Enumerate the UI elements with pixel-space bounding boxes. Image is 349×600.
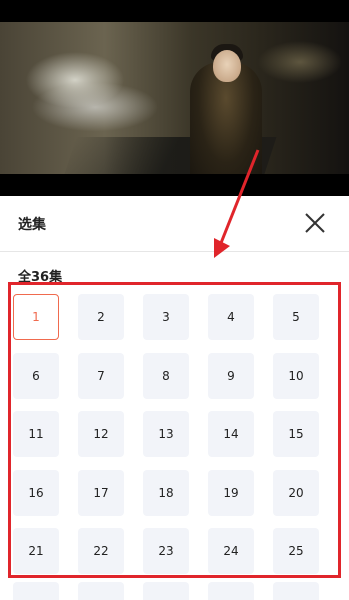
video-frame [0, 22, 349, 174]
episode-button-15[interactable]: 15 [273, 411, 319, 457]
episode-button-8[interactable]: 8 [143, 353, 189, 399]
episode-button-19[interactable]: 19 [208, 470, 254, 516]
episode-button-24[interactable]: 24 [208, 528, 254, 574]
video-figure-head [213, 50, 241, 82]
episode-button-14[interactable]: 14 [208, 411, 254, 457]
episode-sheet-header: 选集 [0, 196, 349, 252]
episode-button-13[interactable]: 13 [143, 411, 189, 457]
episode-tile-partial[interactable] [208, 582, 254, 600]
episode-button-21[interactable]: 21 [13, 528, 59, 574]
episode-button-5[interactable]: 5 [273, 294, 319, 340]
episode-button-18[interactable]: 18 [143, 470, 189, 516]
episode-button-23[interactable]: 23 [143, 528, 189, 574]
episode-button-1[interactable]: 1 [13, 294, 59, 340]
episode-button-6[interactable]: 6 [13, 353, 59, 399]
episode-button-12[interactable]: 12 [78, 411, 124, 457]
close-button[interactable] [302, 210, 328, 236]
episode-tile-partial[interactable] [13, 582, 59, 600]
episode-button-17[interactable]: 17 [78, 470, 124, 516]
sheet-title: 选集 [18, 217, 46, 233]
episode-button-2[interactable]: 2 [78, 294, 124, 340]
episode-button-9[interactable]: 9 [208, 353, 254, 399]
episode-tile-partial[interactable] [273, 582, 319, 600]
episode-count-label: 全36集 [18, 270, 63, 285]
episode-tile-partial[interactable] [78, 582, 124, 600]
episode-tile-partial[interactable] [143, 582, 189, 600]
episode-button-22[interactable]: 22 [78, 528, 124, 574]
episode-button-16[interactable]: 16 [13, 470, 59, 516]
episode-button-11[interactable]: 11 [13, 411, 59, 457]
episode-button-7[interactable]: 7 [78, 353, 124, 399]
episode-button-20[interactable]: 20 [273, 470, 319, 516]
episode-button-10[interactable]: 10 [273, 353, 319, 399]
episode-button-25[interactable]: 25 [273, 528, 319, 574]
episode-button-3[interactable]: 3 [143, 294, 189, 340]
video-player[interactable] [0, 0, 349, 196]
close-icon [305, 213, 325, 233]
episode-button-4[interactable]: 4 [208, 294, 254, 340]
